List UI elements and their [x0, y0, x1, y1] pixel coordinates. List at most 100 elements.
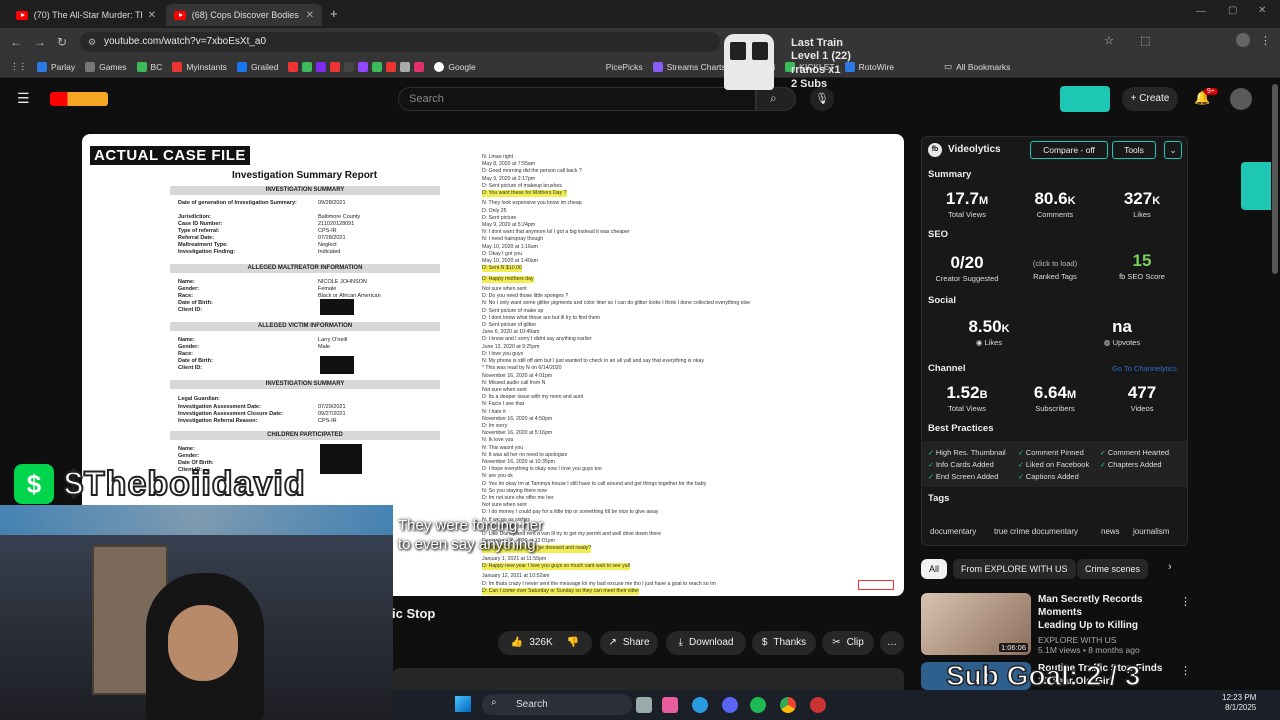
- tag-item[interactable]: news: [1101, 525, 1120, 539]
- text-message-log: N: Lmao right May 8, 2020 at 7:55am D: Goo…: [482, 154, 772, 595]
- task-view-icon[interactable]: [636, 697, 652, 713]
- tag-item[interactable]: documentary: [930, 525, 976, 539]
- chat-line: N: They look expensive you know im cheap: [482, 200, 772, 207]
- side-extension-tab[interactable]: [1241, 162, 1271, 210]
- edge-icon[interactable]: [692, 697, 708, 713]
- train-level: Level 1 (22): [791, 50, 851, 62]
- youtube-logo[interactable]: [50, 92, 108, 106]
- new-tab-icon[interactable]: +: [330, 6, 338, 21]
- obs-icon[interactable]: [810, 697, 826, 713]
- report-row: Gender: Female: [178, 286, 337, 292]
- stat-videos: 477 Videos: [1127, 383, 1157, 413]
- star-icon[interactable]: ☆: [1104, 34, 1114, 47]
- chat-line: November 16, 2020 at 4:50pm: [482, 416, 772, 423]
- bookmark-games[interactable]: Games: [85, 61, 127, 72]
- bookmark-streams-charts[interactable]: Streams Charts: [652, 61, 726, 72]
- all-bookmarks[interactable]: ▭ All Bookmarks: [944, 61, 1010, 72]
- related-info[interactable]: Man Secretly Records Moments Leading Up …: [1038, 593, 1178, 655]
- chat-text: D: Only 25: [482, 207, 507, 214]
- hamburger-menu-icon[interactable]: ☰: [17, 90, 30, 107]
- bookmark-icons-group[interactable]: [288, 61, 425, 72]
- reload-icon[interactable]: ↻: [54, 34, 70, 50]
- videolytics-toggle-button[interactable]: [1060, 86, 1110, 112]
- like-dislike-group[interactable]: 👍 326K 👎: [498, 631, 592, 655]
- create-button[interactable]: + Create: [1122, 87, 1178, 111]
- search-input[interactable]: Search: [398, 87, 756, 111]
- train-icon: [724, 34, 774, 90]
- avatar[interactable]: [1230, 88, 1252, 110]
- case-file-label: ACTUAL CASE FILE: [90, 146, 250, 165]
- close-icon[interactable]: ✕: [148, 10, 156, 21]
- report-row: Race:: [178, 351, 193, 357]
- bp-item: Comment Hearted: [1100, 448, 1169, 457]
- chip-from-channel[interactable]: From EXPLORE WITH US: [953, 559, 1076, 579]
- compare-button[interactable]: Compare - off: [1030, 141, 1108, 159]
- channelytics-link[interactable]: Go To Channelytics: [1112, 364, 1177, 373]
- tab-1[interactable]: (70) The All-Star Murder: The T ✕: [8, 4, 164, 26]
- thanks-button[interactable]: $ Thanks: [752, 631, 816, 655]
- tag-item[interactable]: true crime documentary: [994, 525, 1078, 539]
- back-icon[interactable]: ←: [8, 34, 24, 50]
- maximize-icon[interactable]: ▢: [1228, 5, 1237, 16]
- apps-icon[interactable]: ⋮⋮: [10, 61, 27, 72]
- taskbar-clock[interactable]: 12:23 PM 8/1/2025: [1222, 693, 1256, 713]
- bookmark-parlay[interactable]: Parlay: [37, 61, 75, 72]
- bookmark-bc[interactable]: BC: [136, 61, 162, 72]
- tag-item[interactable]: journalism: [1133, 525, 1169, 539]
- tools-button[interactable]: Tools: [1112, 141, 1156, 159]
- chat-line: N: This wasnt you: [482, 445, 772, 452]
- chip-crime-scenes[interactable]: Crime scenes: [1077, 559, 1149, 579]
- site-info-icon[interactable]: ⚙: [88, 37, 96, 48]
- thanks-icon: $: [761, 637, 768, 648]
- chrome-icon[interactable]: [780, 697, 796, 713]
- highlighted-text: D: Sent N $10.00: [482, 265, 522, 273]
- close-icon[interactable]: ✕: [306, 10, 314, 21]
- thumbs-down-icon[interactable]: 👎: [567, 631, 579, 655]
- profile-avatar[interactable]: [1236, 33, 1250, 47]
- folder-icon: ▭: [944, 61, 953, 71]
- collapse-chevron-icon[interactable]: ⌄: [1164, 141, 1182, 159]
- spotify-icon[interactable]: [750, 697, 766, 713]
- bookmark-google[interactable]: Google: [434, 61, 476, 72]
- share-button[interactable]: ↗ Share: [600, 631, 658, 655]
- section-header: ALLEGED VICTIM INFORMATION: [170, 322, 440, 331]
- chat-text: May 10, 2020 at 1:40am: [482, 258, 538, 265]
- page-scrollbar[interactable]: [1272, 84, 1278, 274]
- discord-icon[interactable]: [722, 697, 738, 713]
- copilot-icon[interactable]: [662, 697, 678, 713]
- cashtag-overlay: $ $Theboiidavid: [14, 464, 306, 504]
- taskbar-search[interactable]: Search: [482, 694, 632, 715]
- sub-goal-overlay: Sub Goal: 2 / 3: [945, 659, 1141, 692]
- minimize-icon[interactable]: —: [1196, 6, 1206, 17]
- window-close-icon[interactable]: ✕: [1258, 5, 1266, 16]
- chat-text: N: Facts I see that: [482, 401, 525, 408]
- chat-text: N: I need hairspray though: [482, 236, 544, 243]
- chat-text: November 16, 2020 at 5:16pm: [482, 430, 553, 437]
- bookmark-picepicks[interactable]: PicePicks: [606, 62, 643, 72]
- chat-line: November 16, 2020 at 5:16pm: [482, 430, 772, 437]
- chevron-right-icon[interactable]: ›: [1168, 561, 1172, 573]
- clip-button[interactable]: ✂ Clip: [822, 631, 874, 655]
- chat-text: N: This wasnt you: [482, 444, 524, 451]
- bookmark-myinstants[interactable]: Myinstants: [172, 61, 227, 72]
- chip-all[interactable]: All: [921, 559, 948, 579]
- forward-icon[interactable]: →: [32, 34, 48, 50]
- thumbs-up-icon[interactable]: 👍: [511, 631, 523, 655]
- webcam-feed: [0, 505, 393, 720]
- bookmark-grailed[interactable]: Grailed: [236, 61, 278, 72]
- chat-line: Not sure when sent: [482, 387, 772, 394]
- chat-line: June 6, 2020 at 10:49am: [482, 329, 772, 336]
- url-field[interactable]: youtube.com/watch?v=7xboEsXt_a0: [80, 32, 720, 52]
- extensions-icon[interactable]: ⬚: [1140, 34, 1150, 47]
- related-thumbnail[interactable]: 1:06:06: [921, 593, 1031, 655]
- more-options-icon[interactable]: ⋮: [1180, 595, 1191, 608]
- more-options-icon[interactable]: ⋮: [1180, 664, 1191, 677]
- menu-icon[interactable]: ⋮: [1260, 34, 1271, 47]
- chat-text: N: Ik love you: [482, 437, 514, 444]
- stat-ranked-tags[interactable]: (click to load) Ranked Tags: [1015, 253, 1095, 281]
- windows-start-icon[interactable]: [455, 696, 471, 712]
- download-button[interactable]: ⤓ Download: [666, 631, 746, 655]
- tab-2[interactable]: (68) Cops Discover Bodies ✕: [166, 4, 322, 26]
- redaction-box: [320, 299, 354, 315]
- more-icon[interactable]: …: [880, 631, 904, 655]
